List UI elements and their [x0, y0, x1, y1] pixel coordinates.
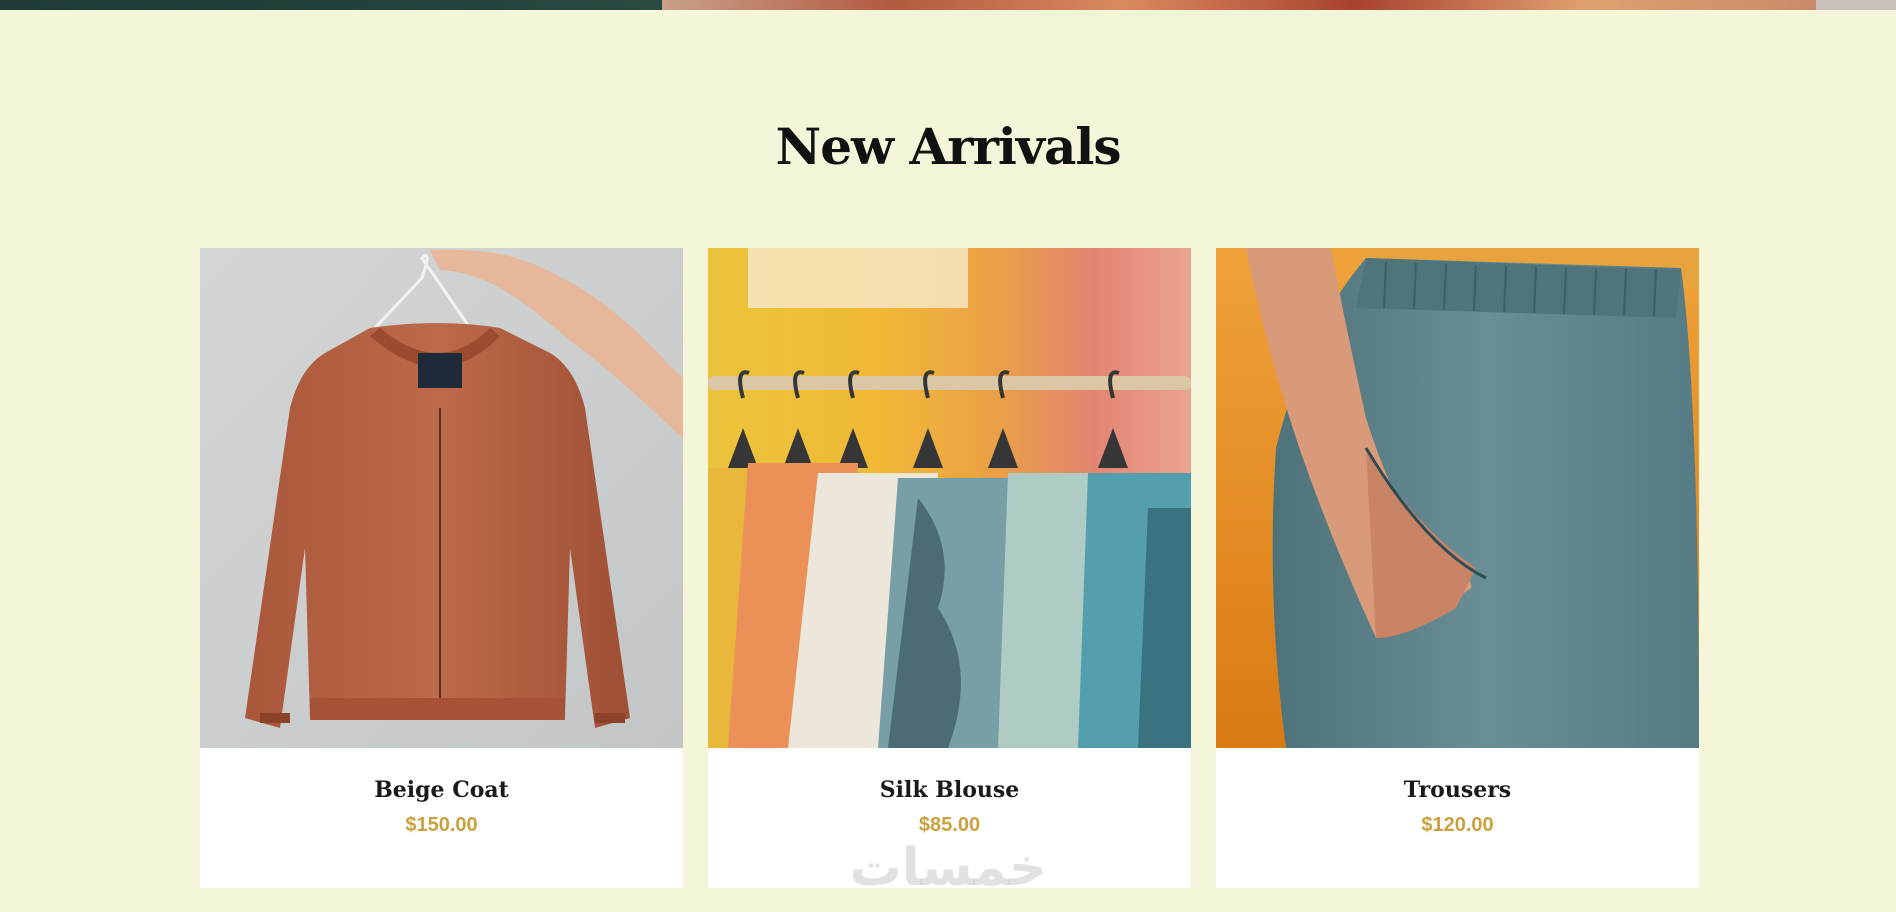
watermark-logo: خمسات [849, 838, 1047, 898]
product-image-trousers[interactable] [1216, 248, 1699, 748]
product-price: $120.00 [1421, 814, 1494, 836]
product-price: $150.00 [405, 814, 478, 836]
product-card-silk-blouse[interactable]: Silk Blouse $85.00 [708, 248, 1191, 888]
product-name[interactable]: Trousers [1216, 777, 1699, 803]
hero-image-strip-end [1816, 0, 1896, 10]
product-image-clothing-rack[interactable] [708, 248, 1191, 748]
product-name[interactable]: Silk Blouse [708, 777, 1191, 803]
product-card-trousers[interactable]: Trousers $120.00 [1216, 248, 1699, 888]
product-image-jacket[interactable] [200, 248, 683, 748]
hero-image-strip-right [662, 0, 1816, 10]
hero-banner-bottom-edge [0, 0, 1896, 10]
hero-image-strip-left [0, 0, 662, 10]
section-title: New Arrivals [775, 117, 1121, 176]
product-price: $85.00 [918, 814, 981, 836]
product-card-beige-coat[interactable]: Beige Coat $150.00 [200, 248, 683, 888]
product-name[interactable]: Beige Coat [200, 777, 683, 803]
